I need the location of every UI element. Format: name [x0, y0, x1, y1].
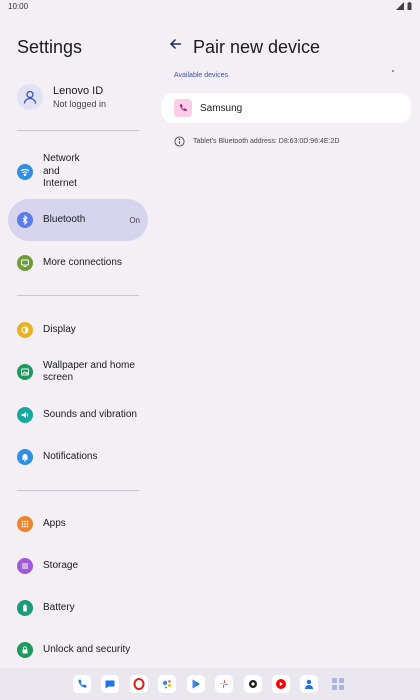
sidebar-item-label: Apps — [43, 517, 66, 529]
sidebar-item-more-connections[interactable]: More connections — [8, 252, 148, 274]
device-name: Samsung — [200, 102, 243, 114]
avatar — [17, 84, 43, 110]
account-status: Not logged in — [53, 99, 107, 109]
storage-icon — [17, 558, 33, 574]
sidebar-item-label: More connections — [43, 256, 122, 268]
back-arrow-icon[interactable] — [168, 36, 184, 52]
sidebar-item-label: Bluetooth — [43, 213, 86, 225]
bluetooth-address-text: Tablet's Bluetooth address: D8:63:0D:96:… — [193, 138, 340, 145]
bluetooth-address-row: Tablet's Bluetooth address: D8:63:0D:96:… — [174, 136, 339, 147]
app-drawer-icon[interactable] — [329, 675, 347, 693]
sidebar-item-battery[interactable]: Battery — [8, 597, 148, 619]
status-bar: 10:00 — [0, 0, 420, 14]
lenovo-id-account[interactable]: Lenovo ID Not logged in — [17, 80, 147, 114]
settings-title: Settings — [17, 37, 83, 57]
sidebar-item-notifications[interactable]: Notifications — [8, 446, 148, 468]
info-icon — [174, 136, 185, 147]
sidebar-item-bluetooth[interactable]: Bluetooth On — [8, 199, 148, 241]
assistant-app-icon[interactable] — [158, 675, 176, 693]
sidebar-item-label: Display — [43, 323, 76, 335]
status-icons — [396, 2, 412, 10]
wallpaper-icon — [17, 364, 33, 380]
photos-app-icon[interactable] — [215, 675, 233, 693]
wifi-icon — [17, 164, 33, 180]
sidebar-item-display[interactable]: Display — [8, 319, 148, 341]
sidebar-item-label: Wallpaper and home screen — [43, 359, 135, 384]
bluetooth-icon — [17, 212, 33, 228]
phone-icon — [174, 99, 192, 117]
sidebar-item-label: Network and Internet — [43, 153, 80, 190]
pane-title: Pair new device — [193, 37, 321, 57]
divider — [17, 130, 139, 131]
play-store-app-icon[interactable] — [187, 675, 205, 693]
taskbar-dock — [0, 668, 420, 700]
phone-app-icon[interactable] — [73, 675, 91, 693]
battery-icon — [17, 600, 33, 616]
sidebar-item-wallpaper[interactable]: Wallpaper and home screen — [8, 358, 148, 386]
youtube-music-app-icon[interactable] — [272, 675, 290, 693]
volume-icon — [17, 407, 33, 423]
sidebar-item-label: Notifications — [43, 450, 98, 462]
sidebar-item-storage[interactable]: Storage — [8, 555, 148, 577]
bluetooth-state: On — [129, 215, 140, 225]
divider — [17, 490, 139, 491]
connections-icon — [17, 255, 33, 271]
sidebar-item-label: Battery — [43, 601, 75, 613]
sidebar-item-sounds[interactable]: Sounds and vibration — [8, 404, 148, 426]
bell-icon — [17, 449, 33, 465]
scanning-indicator — [392, 70, 394, 72]
sidebar-item-security[interactable]: Unlock and security — [8, 639, 148, 661]
opera-app-icon[interactable] — [130, 675, 148, 693]
signal-icon — [396, 2, 404, 10]
divider — [17, 295, 139, 296]
status-time: 10:00 — [8, 2, 29, 11]
apps-grid-icon — [17, 516, 33, 532]
messages-app-icon[interactable] — [101, 675, 119, 693]
settings-app-icon[interactable] — [244, 675, 262, 693]
sidebar-item-apps[interactable]: Apps — [8, 513, 148, 535]
device-item-samsung[interactable]: Samsung — [161, 93, 411, 123]
contacts-app-icon[interactable] — [300, 675, 318, 693]
account-name: Lenovo ID — [53, 85, 104, 97]
available-devices-header: Available devices — [174, 72, 228, 79]
battery-status-icon — [407, 2, 412, 10]
brightness-icon — [17, 322, 33, 338]
person-icon — [23, 90, 37, 104]
sidebar-item-label: Unlock and security — [43, 643, 131, 655]
sidebar-item-label: Storage — [43, 559, 79, 571]
sidebar-item-label: Sounds and vibration — [43, 408, 137, 420]
sidebar-item-network[interactable]: Network and Internet — [8, 152, 148, 192]
lock-icon — [17, 642, 33, 658]
